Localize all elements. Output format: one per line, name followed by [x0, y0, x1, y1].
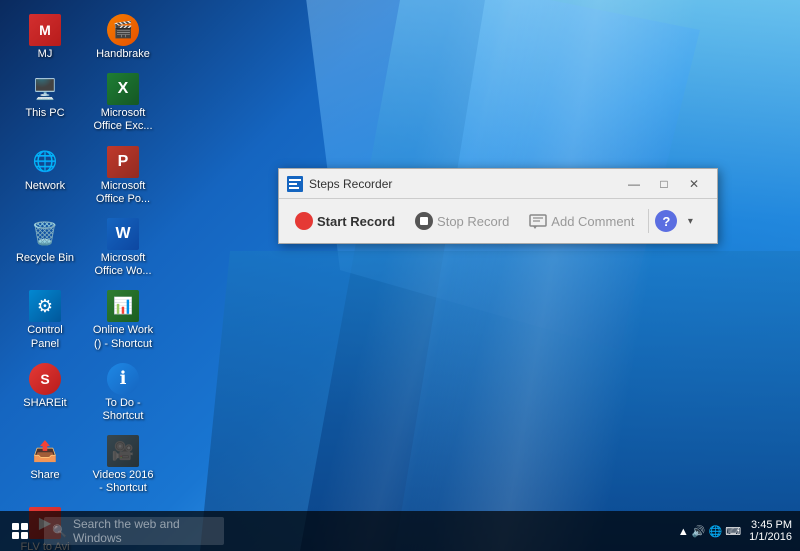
icon-row-4: 🗑️ Recycle Bin W Microsoft Office Wo... — [10, 214, 158, 282]
videos-icon: 🎥 — [107, 435, 139, 467]
desktop: M MJ 🎬 Handbrake 🖥️ This PC X — [0, 0, 800, 551]
desktop-icon-share[interactable]: 📤 Share — [10, 431, 80, 499]
taskbar-time: ▲ 🔊 🌐 ⌨ — [678, 525, 741, 538]
stop-record-label: Stop Record — [437, 214, 509, 229]
controlpanel-icon: ⚙ — [29, 290, 61, 322]
excel-label: Microsoft Office Exc... — [92, 107, 154, 133]
word-icon: W — [107, 218, 139, 250]
taskbar-right: ▲ 🔊 🌐 ⌨ 3:45 PM1/1/2016 — [678, 519, 800, 543]
icon-row-3: 🌐 Network P Microsoft Office Po... — [10, 142, 158, 210]
recycle-label: Recycle Bin — [16, 252, 74, 265]
help-button[interactable]: ? — [655, 210, 677, 232]
shareit-icon: S — [29, 363, 61, 395]
desktop-icon-handbrake[interactable]: 🎬 Handbrake — [88, 10, 158, 65]
onlinework-label: Online Work () - Shortcut — [92, 324, 154, 350]
add-comment-icon — [529, 214, 547, 228]
stop-icon — [415, 212, 433, 230]
window-toolbar: Start Record Stop Record — [279, 199, 717, 243]
desktop-icon-mj[interactable]: M MJ — [10, 10, 80, 65]
todo-icon: ℹ — [107, 363, 139, 395]
network-icon: 🌐 — [29, 146, 61, 178]
thispc-icon: 🖥️ — [29, 73, 61, 105]
desktop-icon-thispc[interactable]: 🖥️ This PC — [10, 69, 80, 137]
desktop-icon-todo[interactable]: ℹ To Do - Shortcut — [88, 359, 158, 427]
add-comment-label: Add Comment — [551, 214, 634, 229]
onlinework-icon: 📊 — [107, 290, 139, 322]
search-icon: 🔍 — [52, 524, 67, 538]
minimize-button[interactable]: — — [619, 170, 649, 198]
taskbar-search-placeholder: Search the web and Windows — [73, 517, 216, 545]
window-title: Steps Recorder — [309, 177, 619, 191]
steps-recorder-window: Steps Recorder — □ ✕ Start Record Stop R… — [278, 168, 718, 244]
shareit-label: SHAREit — [23, 397, 66, 410]
todo-label: To Do - Shortcut — [92, 397, 154, 423]
desktop-icons-area: M MJ 🎬 Handbrake 🖥️ This PC X — [10, 10, 158, 551]
taskbar-clock: 3:45 PM1/1/2016 — [749, 519, 792, 543]
desktop-icon-network[interactable]: 🌐 Network — [10, 142, 80, 210]
taskbar-search-box[interactable]: 🔍 Search the web and Windows — [44, 517, 224, 545]
share-icon: 📤 — [29, 435, 61, 467]
maximize-button[interactable]: □ — [649, 170, 679, 198]
desktop-icon-videos[interactable]: 🎥 Videos 2016 - Shortcut — [88, 431, 158, 499]
powerpoint-icon: P — [107, 146, 139, 178]
controlpanel-label: Control Panel — [14, 324, 76, 350]
taskbar: 🔍 Search the web and Windows ▲ 🔊 🌐 ⌨ 3:4… — [0, 511, 800, 551]
icon-row-2: 🖥️ This PC X Microsoft Office Exc... — [10, 69, 158, 137]
desktop-icon-powerpoint[interactable]: P Microsoft Office Po... — [88, 142, 158, 210]
desktop-icon-onlinework[interactable]: 📊 Online Work () - Shortcut — [88, 286, 158, 354]
close-button[interactable]: ✕ — [679, 170, 709, 198]
handbrake-icon: 🎬 — [107, 14, 139, 46]
start-record-button[interactable]: Start Record — [287, 208, 403, 234]
desktop-icon-shareit[interactable]: S SHAREit — [10, 359, 80, 427]
network-label: Network — [25, 180, 65, 193]
stop-record-button[interactable]: Stop Record — [407, 208, 517, 234]
icon-row-7: 📤 Share 🎥 Videos 2016 - Shortcut — [10, 431, 158, 499]
desktop-icon-word[interactable]: W Microsoft Office Wo... — [88, 214, 158, 282]
icon-row-1: M MJ 🎬 Handbrake — [10, 10, 158, 65]
window-titlebar[interactable]: Steps Recorder — □ ✕ — [279, 169, 717, 199]
window-controls: — □ ✕ — [619, 170, 709, 198]
start-button[interactable] — [0, 511, 40, 551]
record-red-icon — [295, 212, 313, 230]
dropdown-arrow-button[interactable]: ▾ — [681, 210, 699, 232]
handbrake-label: Handbrake — [96, 48, 150, 61]
videos-label: Videos 2016 - Shortcut — [92, 469, 154, 495]
steps-recorder-app-icon — [287, 176, 303, 192]
desktop-icon-controlpanel[interactable]: ⚙ Control Panel — [10, 286, 80, 354]
mj-icon: M — [29, 14, 61, 46]
icon-row-5: ⚙ Control Panel 📊 Online Work () - Short… — [10, 286, 158, 354]
desktop-icon-excel[interactable]: X Microsoft Office Exc... — [88, 69, 158, 137]
recycle-icon: 🗑️ — [29, 218, 61, 250]
windows-logo-icon — [12, 523, 28, 539]
share-label: Share — [30, 469, 59, 482]
mj-label: MJ — [38, 48, 53, 61]
start-record-label: Start Record — [317, 214, 395, 229]
stop-icon-inner — [420, 217, 428, 225]
toolbar-separator — [648, 209, 649, 233]
thispc-label: This PC — [25, 107, 64, 120]
add-comment-button[interactable]: Add Comment — [521, 210, 642, 233]
icon-row-6: S SHAREit ℹ To Do - Shortcut — [10, 359, 158, 427]
powerpoint-label: Microsoft Office Po... — [92, 180, 154, 206]
word-label: Microsoft Office Wo... — [92, 252, 154, 278]
desktop-icon-recycle[interactable]: 🗑️ Recycle Bin — [10, 214, 80, 282]
excel-icon: X — [107, 73, 139, 105]
